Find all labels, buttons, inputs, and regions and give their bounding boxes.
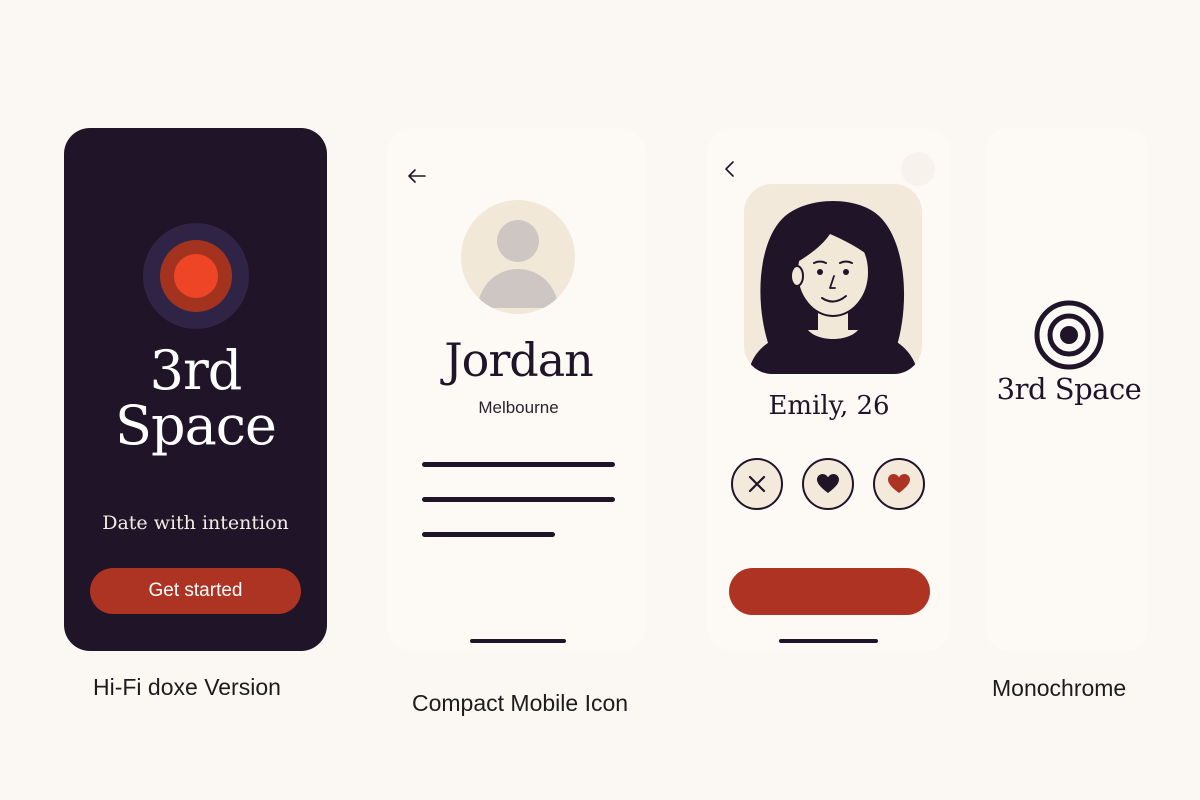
match-screen: Emily, 26: [707, 128, 951, 651]
target-rings-icon: [1034, 300, 1104, 370]
match-name-age: Emily, 26: [768, 391, 890, 421]
bio-line: [422, 532, 555, 537]
like-button[interactable]: [802, 458, 854, 510]
brand-title: 3rd Space: [64, 343, 327, 453]
brand-title-line-1: 3rd: [149, 339, 243, 402]
bio-line: [422, 462, 615, 467]
chevron-left-icon[interactable]: [721, 158, 739, 180]
bio-line: [422, 497, 615, 502]
menu-placeholder-icon[interactable]: [901, 152, 935, 186]
splash-screen: 3rd Space Date with intention Get starte…: [64, 128, 327, 651]
super-like-button[interactable]: [873, 458, 925, 510]
brand-title-line-2: Space: [115, 394, 277, 457]
monochrome-screen: 3rd Space: [986, 128, 1148, 651]
arrow-left-icon[interactable]: [405, 164, 429, 188]
home-indicator[interactable]: [470, 639, 566, 643]
primary-action-button[interactable]: [729, 568, 930, 615]
user-avatar-icon: [461, 200, 575, 314]
close-icon: [748, 475, 766, 493]
profile-photo: [744, 184, 922, 374]
caption-compact: Compact Mobile Icon: [412, 690, 629, 716]
tagline: Date with intention: [102, 512, 289, 534]
heart-icon: [817, 474, 839, 493]
dislike-button[interactable]: [731, 458, 783, 510]
profile-screen: Jordan Melbourne: [387, 128, 646, 651]
caption-hifi: Hi-Fi doxe Version: [93, 674, 281, 700]
target-dot-icon: [174, 254, 218, 298]
profile-location: Melbourne: [478, 398, 559, 417]
caption-mono: Monochrome: [992, 675, 1127, 701]
home-indicator[interactable]: [779, 639, 878, 643]
mono-brand: 3rd Space: [996, 372, 1142, 406]
get-started-button[interactable]: Get started: [90, 568, 301, 614]
heart-icon: [888, 474, 910, 493]
profile-name: Jordan: [444, 333, 594, 387]
